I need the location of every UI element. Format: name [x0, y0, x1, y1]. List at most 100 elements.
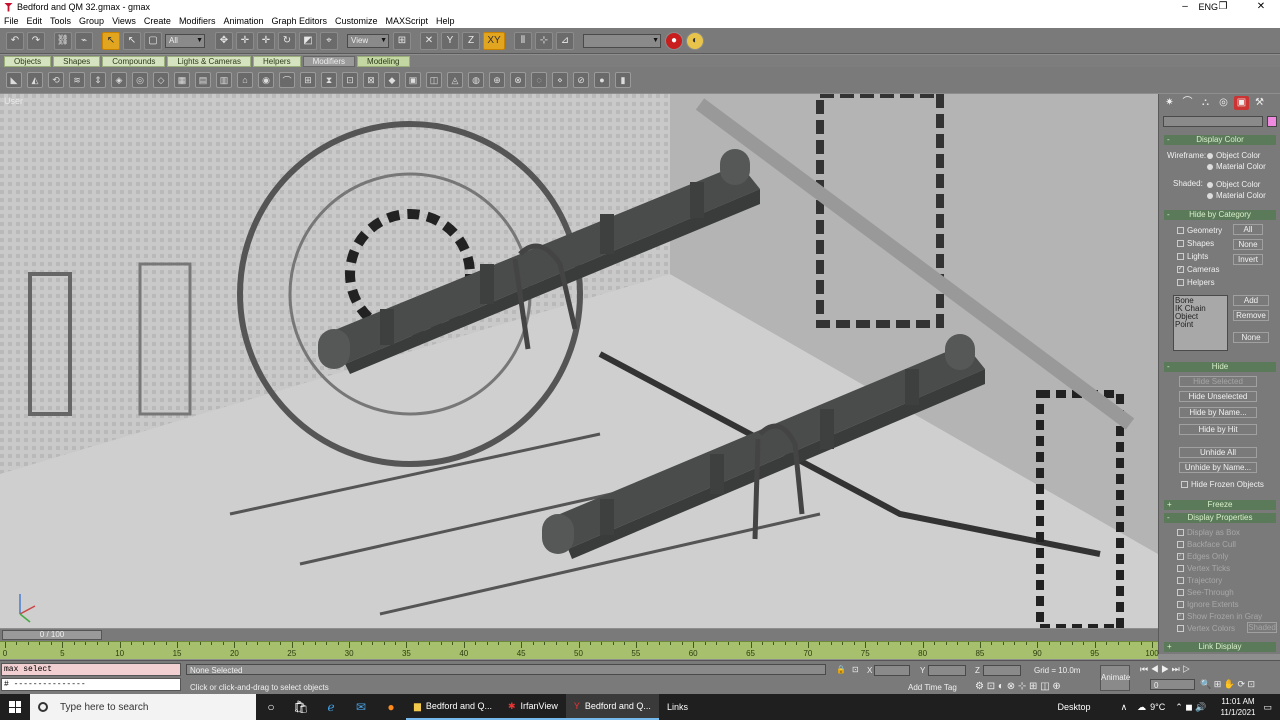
rollout-display-properties[interactable]: - Display Properties: [1164, 513, 1276, 523]
maxscript-listener-output[interactable]: # ---------------: [1, 678, 181, 691]
snap-icon[interactable]: ⌖: [320, 31, 338, 50]
close-button[interactable]: ✕: [1242, 0, 1280, 14]
taskbar-links[interactable]: Links: [659, 694, 696, 720]
menu-customize[interactable]: Customize: [331, 14, 382, 28]
mirror-mod-icon[interactable]: ⧗: [321, 72, 337, 88]
task-view-icon[interactable]: ○: [256, 694, 286, 720]
menu-group[interactable]: Group: [75, 14, 108, 28]
select-move-icon[interactable]: ✥: [215, 31, 233, 50]
notifications-icon[interactable]: ▭: [1263, 702, 1272, 713]
menu-graph-editors[interactable]: Graph Editors: [267, 14, 331, 28]
normal-icon[interactable]: ⊕: [489, 72, 505, 88]
category-none-button[interactable]: None: [1233, 239, 1263, 250]
category-geometry-checkbox[interactable]: Geometry: [1177, 226, 1222, 235]
hide-frozen-objects-checkbox[interactable]: Hide Frozen Objects: [1181, 480, 1264, 489]
push-icon[interactable]: ◎: [132, 72, 148, 88]
store-icon[interactable]: 🛍: [286, 694, 316, 720]
backface-cull-checkbox[interactable]: Backface Cull: [1177, 540, 1236, 549]
desktop-toolbar[interactable]: Desktop: [1058, 702, 1091, 712]
rollout-link-display[interactable]: + Link Display: [1164, 642, 1276, 652]
edges-only-checkbox[interactable]: ✓ Edges Only: [1177, 552, 1228, 561]
rollout-hide-by-category[interactable]: - Hide by Category: [1164, 210, 1276, 220]
constrain-z-icon[interactable]: Z: [462, 31, 480, 50]
constrain-y-icon[interactable]: Y: [441, 31, 459, 50]
optimize-icon[interactable]: ⊘: [573, 72, 589, 88]
slice-icon[interactable]: ⌂: [237, 72, 253, 88]
category-none2-button[interactable]: None: [1233, 332, 1269, 343]
tray-apps-icon[interactable]: ⌃ ◼ 🔊: [1175, 702, 1206, 713]
tab-objects[interactable]: Objects: [4, 55, 52, 67]
timeline-ruler[interactable]: 0 5 10 15 20 25 30 35 40 45 50 55 60 65 70 75 80 85 90 95 10…: [0, 641, 1159, 659]
ripple-icon[interactable]: ▦: [174, 72, 190, 88]
viewport-nav-controls[interactable]: 🔍 ⊞ ✋ ⟳ ⊡: [1200, 679, 1255, 690]
motion-panel-icon[interactable]: ◎: [1216, 96, 1231, 110]
menu-tools[interactable]: Tools: [46, 14, 75, 28]
relax-icon[interactable]: ◇: [153, 72, 169, 88]
taskbar-clock[interactable]: 11:01 AM 11/1/2021: [1212, 696, 1263, 718]
menu-help[interactable]: Help: [432, 14, 459, 28]
rollout-freeze[interactable]: + Freeze: [1164, 500, 1276, 510]
taskbar-search[interactable]: Type here to search: [30, 694, 256, 720]
object-name-field[interactable]: [1163, 116, 1263, 127]
firefox-icon[interactable]: ●: [376, 694, 406, 720]
align-icon[interactable]: ⊹: [535, 31, 553, 50]
menu-file[interactable]: File: [0, 14, 23, 28]
z-coord-field[interactable]: [983, 665, 1021, 676]
y-coord-field[interactable]: [928, 665, 966, 676]
snap-toggle-icon[interactable]: ⚙ ⊡ ◐ ⊗ ⊹ ⊞ ◫ ⊕: [975, 681, 1061, 692]
category-lights-checkbox[interactable]: Lights: [1177, 252, 1208, 261]
trajectory-checkbox[interactable]: Trajectory: [1177, 576, 1222, 585]
shaded-object-color-radio[interactable]: Object Color: [1207, 180, 1260, 189]
selection-filter-dropdown[interactable]: All: [165, 33, 205, 48]
category-remove-button[interactable]: Remove: [1233, 310, 1269, 321]
twist-icon[interactable]: ⟲: [48, 72, 64, 88]
weather-temp[interactable]: 9°C: [1150, 702, 1165, 712]
start-button[interactable]: [0, 694, 30, 720]
rollout-hide[interactable]: - Hide: [1164, 362, 1276, 372]
tab-compounds[interactable]: Compounds: [102, 55, 166, 67]
taper-icon[interactable]: ◭: [27, 72, 43, 88]
category-cameras-checkbox[interactable]: ✓ Cameras: [1177, 265, 1219, 274]
wave-icon[interactable]: ▤: [195, 72, 211, 88]
add-time-tag[interactable]: Add Time Tag: [908, 683, 957, 692]
vertex-colors-shaded-button[interactable]: Shaded: [1247, 622, 1277, 633]
stretch-icon[interactable]: ⇕: [90, 72, 106, 88]
tab-helpers[interactable]: Helpers: [253, 55, 301, 67]
hide-by-name-button[interactable]: Hide by Name...: [1179, 407, 1257, 418]
menu-create[interactable]: Create: [140, 14, 175, 28]
taskbar-app-gmax[interactable]: Y Bedford and Q...: [565, 694, 659, 720]
mail-icon[interactable]: ✉: [346, 694, 376, 720]
menu-views[interactable]: Views: [108, 14, 140, 28]
mesh-select-icon[interactable]: ◫: [426, 72, 442, 88]
tray-chevron-icon[interactable]: ∧: [1121, 702, 1128, 713]
noise-icon[interactable]: ≋: [69, 72, 85, 88]
taskbar-app-explorer[interactable]: ▆ Bedford and Q...: [406, 694, 500, 720]
vertex-ticks-checkbox[interactable]: Vertex Ticks: [1177, 564, 1230, 573]
time-slider[interactable]: 0 / 100: [2, 630, 102, 640]
category-all-button[interactable]: All: [1233, 224, 1263, 235]
bend-icon[interactable]: ◣: [6, 72, 22, 88]
viewport-user[interactable]: User: [0, 94, 1158, 628]
list-item[interactable]: IK Chain Object: [1175, 305, 1226, 321]
category-shapes-checkbox[interactable]: Shapes: [1177, 239, 1214, 248]
current-frame-field[interactable]: 0: [1150, 679, 1195, 690]
skew-icon[interactable]: ▥: [216, 72, 232, 88]
x-coord-field[interactable]: [874, 665, 910, 676]
menu-edit[interactable]: Edit: [23, 14, 47, 28]
redo-icon[interactable]: ↷: [27, 31, 45, 50]
hierarchy-panel-icon[interactable]: ⛬: [1198, 96, 1213, 110]
select-by-name-icon[interactable]: ↖: [123, 31, 141, 50]
hide-unselected-button[interactable]: Hide Unselected: [1179, 391, 1257, 402]
tab-shapes[interactable]: Shapes: [53, 55, 101, 67]
constrain-x-icon[interactable]: ✕: [420, 31, 438, 50]
maxscript-listener-input[interactable]: max select: [1, 663, 181, 676]
edge-icon[interactable]: ℯ: [316, 694, 346, 720]
hide-by-hit-button[interactable]: Hide by Hit: [1179, 424, 1257, 435]
playback-controls[interactable]: ⏮ ◀ ▶ ⏭ ▷: [1140, 664, 1190, 675]
lattice-icon[interactable]: ⊞: [300, 72, 316, 88]
preserve-icon[interactable]: ◆: [384, 72, 400, 88]
array-icon[interactable]: ⊿: [556, 31, 574, 50]
category-list[interactable]: Bone IK Chain Object Point: [1173, 295, 1228, 351]
region-select-icon[interactable]: ▢: [144, 31, 162, 50]
meshsmooth-icon[interactable]: ◌: [531, 72, 547, 88]
